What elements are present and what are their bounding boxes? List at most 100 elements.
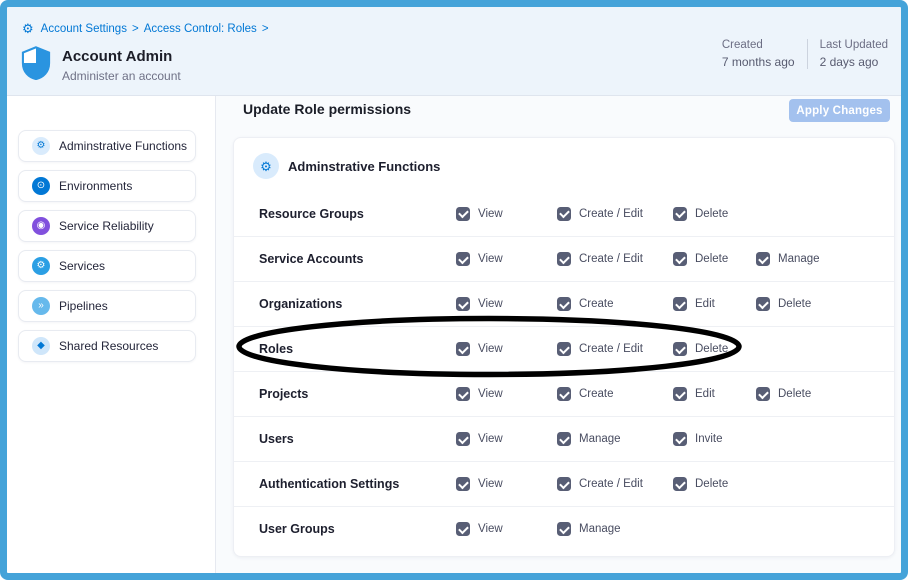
- checkbox-box[interactable]: [756, 387, 770, 401]
- sidebar-divider: [215, 96, 216, 573]
- resource-category-sidebar: ⚙Adminstrative Functions ⊙Environments ◉Se…: [7, 96, 215, 573]
- checkbox-box[interactable]: [456, 297, 470, 311]
- checkbox-box[interactable]: [673, 432, 687, 446]
- checkbox-users-manage[interactable]: Manage: [557, 432, 673, 446]
- checkbox-box[interactable]: [456, 522, 470, 536]
- checkbox-organizations-delete[interactable]: Delete: [756, 297, 894, 311]
- sidebar-item-service-reliability[interactable]: ◉Service Reliability: [18, 210, 196, 242]
- admin-functions-section-icon: ⚙: [253, 153, 279, 179]
- checkbox-box[interactable]: [456, 387, 470, 401]
- checkbox-label: Delete: [778, 298, 811, 310]
- checkbox-roles-view[interactable]: View: [456, 342, 557, 356]
- permission-row-roles: RolesViewCreate / EditDelete: [234, 326, 894, 371]
- checkbox-service-accounts-create-edit[interactable]: Create / Edit: [557, 252, 673, 266]
- checkbox-box[interactable]: [557, 297, 571, 311]
- sidebar-item-label: Services: [59, 259, 105, 273]
- checkbox-label: Edit: [695, 388, 715, 400]
- checkbox-projects-create[interactable]: Create: [557, 387, 673, 401]
- checkbox-label: Manage: [579, 433, 621, 445]
- icon-glyph: ⚙: [37, 261, 46, 271]
- checkbox-label: View: [478, 478, 503, 490]
- checkbox-box[interactable]: [456, 252, 470, 266]
- checkbox-box[interactable]: [557, 252, 571, 266]
- checkbox-user-groups-manage[interactable]: Manage: [557, 522, 673, 536]
- checkbox-box[interactable]: [756, 252, 770, 266]
- breadcrumb-account-settings[interactable]: Account Settings: [41, 23, 127, 35]
- breadcrumb-access-control-roles[interactable]: Access Control: Roles: [144, 23, 257, 35]
- checkbox-box[interactable]: [456, 207, 470, 221]
- permission-resource-label: User Groups: [259, 522, 456, 536]
- checkbox-label: View: [478, 298, 503, 310]
- checkbox-box[interactable]: [673, 252, 687, 266]
- pipelines-icon: »: [32, 297, 50, 315]
- checkbox-service-accounts-manage[interactable]: Manage: [756, 252, 894, 266]
- checkbox-authentication-settings-view[interactable]: View: [456, 477, 557, 491]
- checkbox-service-accounts-delete[interactable]: Delete: [673, 252, 756, 266]
- role-meta: Created 7 months ago Last Updated 2 days…: [722, 39, 888, 69]
- checkbox-box[interactable]: [557, 522, 571, 536]
- sidebar-item-adminstrative-functions[interactable]: ⚙Adminstrative Functions: [18, 130, 196, 162]
- checkbox-box[interactable]: [456, 477, 470, 491]
- apply-changes-button[interactable]: Apply Changes: [789, 99, 890, 122]
- icon-glyph: ◆: [37, 341, 45, 351]
- checkbox-users-invite[interactable]: Invite: [673, 432, 756, 446]
- permission-rows: Resource GroupsViewCreate / EditDeleteSe…: [234, 191, 894, 551]
- checkbox-organizations-view[interactable]: View: [456, 297, 557, 311]
- checkbox-organizations-create[interactable]: Create: [557, 297, 673, 311]
- checkbox-box[interactable]: [557, 477, 571, 491]
- checkbox-authentication-settings-delete[interactable]: Delete: [673, 477, 756, 491]
- last-updated-value: 2 days ago: [820, 55, 888, 69]
- checkbox-label: View: [478, 208, 503, 220]
- checkbox-box[interactable]: [456, 342, 470, 356]
- update-role-permissions-heading: Update Role permissions: [243, 101, 411, 117]
- sidebar-item-label: Service Reliability: [59, 219, 154, 233]
- checkbox-box[interactable]: [557, 432, 571, 446]
- checkbox-box[interactable]: [756, 297, 770, 311]
- sidebar-item-environments[interactable]: ⊙Environments: [18, 170, 196, 202]
- checkbox-box[interactable]: [673, 207, 687, 221]
- icon-glyph: »: [38, 301, 44, 311]
- checkbox-box[interactable]: [673, 477, 687, 491]
- checkbox-projects-edit[interactable]: Edit: [673, 387, 756, 401]
- checkbox-box[interactable]: [456, 432, 470, 446]
- checkbox-roles-create-edit[interactable]: Create / Edit: [557, 342, 673, 356]
- page-header: ⚙ Account Settings > Access Control: Rol…: [7, 7, 901, 96]
- breadcrumb-separator: >: [262, 23, 269, 35]
- checkbox-label: Manage: [579, 523, 621, 535]
- section-title: Adminstrative Functions: [288, 159, 440, 174]
- permissions-card: ⚙ Adminstrative Functions Resource Group…: [233, 137, 895, 557]
- sidebar-item-pipelines[interactable]: » Pipelines: [18, 290, 196, 322]
- checkbox-projects-delete[interactable]: Delete: [756, 387, 894, 401]
- checkbox-resource-groups-delete[interactable]: Delete: [673, 207, 756, 221]
- checkbox-resource-groups-create-edit[interactable]: Create / Edit: [557, 207, 673, 221]
- app-window: ⚙ Account Settings > Access Control: Rol…: [0, 0, 908, 580]
- permission-resource-label: Projects: [259, 387, 456, 401]
- checkbox-label: Manage: [778, 253, 820, 265]
- checkbox-authentication-settings-create-edit[interactable]: Create / Edit: [557, 477, 673, 491]
- sidebar-item-label: Pipelines: [59, 299, 108, 313]
- checkbox-users-view[interactable]: View: [456, 432, 557, 446]
- checkbox-box[interactable]: [673, 342, 687, 356]
- checkbox-organizations-edit[interactable]: Edit: [673, 297, 756, 311]
- checkbox-box[interactable]: [673, 297, 687, 311]
- sidebar-item-shared-resources[interactable]: ◆Shared Resources: [18, 330, 196, 362]
- checkbox-user-groups-view[interactable]: View: [456, 522, 557, 536]
- checkbox-box[interactable]: [557, 207, 571, 221]
- sidebar-item-services[interactable]: ⚙ Services: [18, 250, 196, 282]
- checkbox-label: Delete: [778, 388, 811, 400]
- permission-row-projects: ProjectsViewCreate Edit Delete: [234, 371, 894, 416]
- checkbox-box[interactable]: [673, 387, 687, 401]
- sidebar-list: ⚙Adminstrative Functions ⊙Environments ◉Se…: [18, 130, 196, 362]
- created-value: 7 months ago: [722, 55, 795, 69]
- checkbox-box[interactable]: [557, 387, 571, 401]
- admin-functions-icon: ⚙: [32, 137, 50, 155]
- checkbox-service-accounts-view[interactable]: View: [456, 252, 557, 266]
- checkbox-label: Delete: [695, 208, 728, 220]
- permission-resource-label: Roles: [259, 342, 456, 356]
- checkbox-roles-delete[interactable]: Delete: [673, 342, 756, 356]
- permission-resource-label: Authentication Settings: [259, 477, 456, 491]
- checkbox-projects-view[interactable]: View: [456, 387, 557, 401]
- checkbox-box[interactable]: [557, 342, 571, 356]
- permission-row-users: UsersViewManageInvite: [234, 416, 894, 461]
- checkbox-resource-groups-view[interactable]: View: [456, 207, 557, 221]
